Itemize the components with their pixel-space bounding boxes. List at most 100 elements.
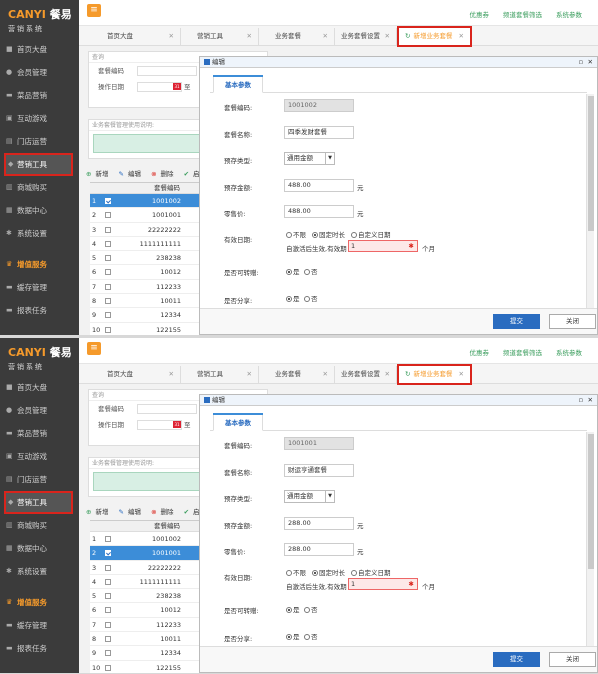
table-row[interactable]: 5 238238 bbox=[90, 589, 208, 604]
type-select[interactable]: 通用金额 ▼ bbox=[284, 490, 335, 503]
row-checkbox[interactable] bbox=[105, 621, 111, 628]
table-row[interactable]: 1 1001002 bbox=[90, 532, 208, 547]
row-checkbox[interactable] bbox=[105, 283, 111, 290]
validity-option-fixed[interactable]: 固定时长 bbox=[312, 567, 345, 577]
sidebar-item-games[interactable]: ▣ 互动游戏 bbox=[0, 445, 79, 468]
table-row[interactable]: 1 1001002 bbox=[90, 194, 208, 209]
close-icon[interactable]: ✕ bbox=[169, 366, 174, 383]
form-scrollbar[interactable] bbox=[586, 432, 594, 648]
tab-new-package[interactable]: ↻ 新增业务套餐 ✕ bbox=[397, 364, 472, 385]
amount-field[interactable]: 288.00 bbox=[284, 517, 354, 530]
sidebar-item-mall[interactable]: ▥ 商城购买 bbox=[0, 176, 79, 199]
grid-header-code[interactable]: 套餐编码 bbox=[90, 521, 208, 532]
sidebar-item-members[interactable]: ● 会员管理 bbox=[0, 399, 79, 422]
validity-option-custom[interactable]: 自定义日期 bbox=[351, 229, 391, 239]
sidebar-item-mall[interactable]: ▥ 商城购买 bbox=[0, 514, 79, 537]
calendar-icon[interactable]: 31 bbox=[173, 421, 181, 428]
close-icon[interactable]: ✕ bbox=[459, 28, 464, 45]
tab-home[interactable]: 首页大盘 ✕ bbox=[101, 366, 181, 383]
table-row[interactable]: 4 1111111111 bbox=[90, 575, 208, 590]
close-icon[interactable]: ✕ bbox=[385, 28, 390, 45]
top-link-coupons[interactable]: 优惠券 bbox=[470, 11, 490, 19]
share-yes[interactable]: 是 bbox=[286, 631, 300, 641]
sidebar-item-cache[interactable]: ▬ 缓存管理 bbox=[0, 276, 79, 299]
maximize-icon[interactable]: ▫ bbox=[579, 395, 583, 406]
share-no[interactable]: 否 bbox=[304, 631, 318, 641]
submit-button[interactable]: 提交 bbox=[493, 314, 540, 329]
close-icon[interactable]: ✕ bbox=[459, 366, 464, 383]
name-field[interactable]: 四季发财套餐 bbox=[284, 126, 354, 139]
delete-button[interactable]: ⊗ 删除 bbox=[151, 170, 177, 178]
grid-header-code[interactable]: 套餐编码 bbox=[90, 183, 208, 194]
share-no[interactable]: 否 bbox=[304, 293, 318, 303]
table-row[interactable]: 5 238238 bbox=[90, 251, 208, 266]
menu-toggle-button[interactable]: ≡ bbox=[87, 4, 101, 17]
type-select[interactable]: 通用金额 ▼ bbox=[284, 152, 335, 165]
row-checkbox[interactable] bbox=[105, 255, 111, 262]
row-checkbox[interactable] bbox=[105, 664, 111, 671]
validity-option-fixed[interactable]: 固定时长 bbox=[312, 229, 345, 239]
row-checkbox[interactable] bbox=[105, 578, 111, 585]
row-checkbox[interactable] bbox=[105, 226, 111, 233]
search-code-input[interactable] bbox=[137, 404, 197, 414]
close-icon[interactable]: ✕ bbox=[169, 28, 174, 45]
top-link-package-filter[interactable]: 频道套餐筛选 bbox=[503, 11, 542, 19]
table-row[interactable]: 3 22222222 bbox=[90, 561, 208, 575]
refresh-icon[interactable]: ↻ bbox=[405, 32, 410, 40]
tab-new-package[interactable]: ↻ 新增业务套餐 ✕ bbox=[397, 26, 472, 47]
sidebar-item-home[interactable]: ■ 首页大盘 bbox=[0, 376, 79, 399]
sidebar-item-cache[interactable]: ▬ 缓存管理 bbox=[0, 614, 79, 637]
scrollbar-thumb[interactable] bbox=[588, 96, 594, 231]
close-icon[interactable]: ✕ bbox=[247, 28, 252, 45]
tab-basic-params[interactable]: 基本参数 bbox=[213, 413, 263, 431]
sidebar-item-marketing-tools[interactable]: ◆ 营销工具 bbox=[4, 491, 73, 514]
sidebar-item-members[interactable]: ● 会员管理 bbox=[0, 61, 79, 84]
sidebar-item-stores[interactable]: ▤ 门店运营 bbox=[0, 130, 79, 153]
table-row[interactable]: 3 22222222 bbox=[90, 223, 208, 237]
row-checkbox[interactable] bbox=[105, 240, 111, 247]
validity-option-unlimited[interactable]: 不限 bbox=[286, 229, 306, 239]
table-row[interactable]: 10 122155 bbox=[90, 661, 208, 673]
table-row[interactable]: 2 1001001 bbox=[90, 208, 208, 223]
amount-field[interactable]: 488.00 bbox=[284, 179, 354, 192]
row-checkbox[interactable] bbox=[105, 607, 111, 614]
form-scrollbar[interactable] bbox=[586, 94, 594, 310]
table-row[interactable]: 8 10011 bbox=[90, 294, 208, 309]
table-row[interactable]: 7 112233 bbox=[90, 618, 208, 633]
row-checkbox[interactable] bbox=[105, 298, 111, 305]
add-button[interactable]: ⊕ 新增 bbox=[86, 508, 112, 516]
table-row[interactable]: 2 1001001 bbox=[90, 546, 208, 561]
tab-marketing-tools[interactable]: 营销工具 ✕ bbox=[181, 28, 259, 45]
transfer-yes[interactable]: 是 bbox=[286, 266, 300, 276]
price-field[interactable]: 288.00 bbox=[284, 543, 354, 556]
close-icon[interactable]: ✕ bbox=[323, 28, 328, 45]
maximize-icon[interactable]: ▫ bbox=[579, 57, 583, 68]
sidebar-section-value-added[interactable]: ♛ 增值服务 bbox=[0, 591, 79, 614]
table-row[interactable]: 8 10011 bbox=[90, 632, 208, 647]
table-row[interactable]: 9 12334 bbox=[90, 646, 208, 661]
name-field[interactable]: 财运亨通套餐 bbox=[284, 464, 354, 477]
calendar-icon[interactable]: 31 bbox=[173, 83, 181, 90]
row-checkbox[interactable] bbox=[105, 636, 111, 643]
edit-button[interactable]: ✎ 编辑 bbox=[119, 508, 145, 516]
validity-months-input[interactable]: 1 ✱ bbox=[348, 240, 418, 252]
sidebar-item-marketing-tools[interactable]: ◆ 营销工具 bbox=[4, 153, 73, 176]
table-row[interactable]: 6 10012 bbox=[90, 265, 208, 280]
row-checkbox[interactable] bbox=[105, 564, 111, 571]
tab-business-package[interactable]: 业务套餐 ✕ bbox=[259, 366, 335, 383]
top-link-package-filter[interactable]: 频道套餐筛选 bbox=[503, 349, 542, 357]
row-checkbox[interactable] bbox=[105, 212, 111, 219]
validity-option-custom[interactable]: 自定义日期 bbox=[351, 567, 391, 577]
close-icon[interactable]: ✕ bbox=[385, 366, 390, 383]
close-icon[interactable]: ✕ bbox=[323, 366, 328, 383]
transfer-no[interactable]: 否 bbox=[304, 604, 318, 614]
tab-package-settings[interactable]: 业务套餐设置 ✕ bbox=[335, 366, 397, 383]
transfer-no[interactable]: 否 bbox=[304, 266, 318, 276]
search-code-input[interactable] bbox=[137, 66, 197, 76]
table-row[interactable]: 9 12334 bbox=[90, 308, 208, 323]
close-button[interactable]: 关闭 bbox=[549, 652, 596, 667]
row-checkbox[interactable] bbox=[105, 198, 111, 204]
menu-toggle-button[interactable]: ≡ bbox=[87, 342, 101, 355]
validity-option-unlimited[interactable]: 不限 bbox=[286, 567, 306, 577]
add-button[interactable]: ⊕ 新增 bbox=[86, 170, 112, 178]
